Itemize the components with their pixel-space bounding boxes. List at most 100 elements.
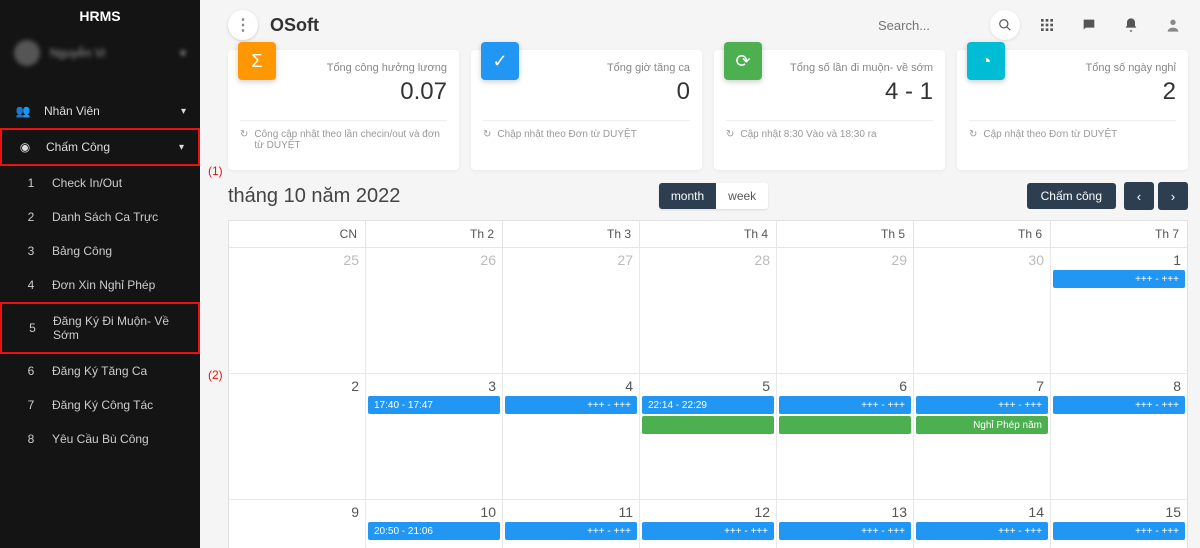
calendar-event[interactable]: +++ - +++ [916, 522, 1048, 540]
calendar-cell[interactable]: 10 20:50 - 21:06 [366, 500, 503, 548]
sidebar-sub-4[interactable]: 4Đơn Xin Nghỉ Phép [0, 268, 200, 302]
calendar-cell[interactable]: 28 [640, 248, 777, 374]
calendar-cell[interactable]: 9 [229, 500, 366, 548]
view-week-button[interactable]: week [716, 183, 768, 209]
calendar-event[interactable] [642, 416, 774, 434]
calendar-event[interactable]: +++ - +++ [916, 396, 1048, 414]
calendar-cell[interactable]: 7 +++ - +++ Nghỉ Phép năm [914, 374, 1051, 500]
day-number: 3 [372, 378, 496, 394]
view-month-button[interactable]: month [659, 183, 716, 209]
day-number: 1 [1057, 252, 1181, 268]
calendar-cell[interactable]: 14+++ - +++ [914, 500, 1051, 548]
sidebar-sub-label: Yêu Cầu Bù Công [52, 432, 149, 446]
sidebar-sub-num: 5 [28, 321, 37, 335]
day-number: 7 [920, 378, 1044, 394]
event-right: Nghỉ Phép năm [973, 420, 1042, 431]
calendar-cell[interactable]: 2 [229, 374, 366, 500]
sidebar-item-label: Chấm Công [46, 140, 110, 154]
calendar-event[interactable]: Nghỉ Phép năm [916, 416, 1048, 434]
sidebar-sub-num: 8 [26, 432, 36, 446]
sidebar-sub-num: 4 [26, 278, 36, 292]
main: ⋮ OSoft ΣTổng công hưởng lương0.07↻Công … [200, 0, 1200, 548]
calendar-cell[interactable]: 27 [503, 248, 640, 374]
day-number: 29 [783, 252, 907, 268]
calendar-event[interactable]: 17:40 - 17:47 [368, 396, 500, 414]
calendar-cell[interactable]: 30 [914, 248, 1051, 374]
day-number: 10 [372, 504, 496, 520]
calendar-cell[interactable]: 13+++ - +++ [777, 500, 914, 548]
calendar-cell[interactable]: 26 [366, 248, 503, 374]
calendar-event[interactable]: +++ - +++ [779, 396, 911, 414]
chat-icon[interactable] [1074, 10, 1104, 40]
sidebar-sub-2[interactable]: 2Danh Sách Ca Trực [0, 200, 200, 234]
next-button[interactable]: › [1158, 182, 1188, 210]
calendar-event[interactable]: +++ - +++ [1053, 522, 1185, 540]
sidebar-sub-num: 7 [26, 398, 36, 412]
calendar-nav: ‹ › [1124, 182, 1188, 210]
card-footer: Cập nhật 8:30 Vào và 18:30 ra [740, 129, 876, 140]
chamcong-button[interactable]: Chấm công [1027, 183, 1116, 209]
event-right: +++ - +++ [998, 400, 1042, 411]
day-number: 27 [509, 252, 633, 268]
sidebar-sub-8[interactable]: 8 Yêu Cầu Bù Công [0, 422, 200, 456]
calendar-day-header: Th 2 [366, 221, 503, 248]
calendar-cell[interactable]: 8+++ - +++ [1051, 374, 1187, 500]
calendar-title: tháng 10 năm 2022 [228, 185, 400, 208]
card-value: 0.07 [240, 78, 447, 106]
sidebar-item-chamcong[interactable]: ◉ Chấm Công ▾ [0, 128, 200, 166]
calendar-event[interactable] [779, 416, 911, 434]
sidebar-sub-label: Đăng Ký Tăng Ca [52, 364, 147, 378]
calendar-cell[interactable]: 3 17:40 - 17:47 [366, 374, 503, 500]
bell-icon[interactable] [1116, 10, 1146, 40]
apps-icon[interactable] [1032, 10, 1062, 40]
sidebar-sub-5[interactable]: 5Đăng Ký Đi Muộn- Về Sớm [0, 302, 200, 354]
calendar-event[interactable]: +++ - +++ [1053, 270, 1185, 288]
sidebar-sub-7[interactable]: 7Đăng Ký Công Tác [0, 388, 200, 422]
event-right: +++ - +++ [861, 400, 905, 411]
user-icon[interactable] [1158, 10, 1188, 40]
app-title: OSoft [270, 15, 319, 36]
card-footer: Công cập nhật theo lần checin/out và đơn… [254, 129, 447, 151]
calendar-cell[interactable]: 12+++ - +++ [640, 500, 777, 548]
sidebar-sub-3[interactable]: 3 Bảng Công [0, 234, 200, 268]
calendar-cell[interactable]: 15+++ - +++ [1051, 500, 1187, 548]
calendar-event[interactable]: +++ - +++ [505, 396, 637, 414]
menu-dots-button[interactable]: ⋮ [228, 10, 258, 40]
sidebar-title: HRMS [0, 0, 200, 32]
calendar-cell[interactable]: 522:14 - 22:29 [640, 374, 777, 500]
sidebar-sub-label: Bảng Công [52, 244, 112, 258]
search-button[interactable] [990, 10, 1020, 40]
stat-card-0: ΣTổng công hưởng lương0.07↻Công cập nhật… [228, 50, 459, 170]
event-right: +++ - +++ [587, 400, 631, 411]
calendar-day-header: CN [229, 221, 366, 248]
chevron-down-icon: ▾ [179, 142, 184, 153]
calendar-cell[interactable]: 1 +++ - +++ [1051, 248, 1187, 374]
calendar-cell[interactable]: 29 [777, 248, 914, 374]
prev-button[interactable]: ‹ [1124, 182, 1154, 210]
calendar-event[interactable]: +++ - +++ [505, 522, 637, 540]
sidebar-user[interactable]: Nguyễn Vi ▾ [0, 32, 200, 74]
calendar-day-header: Th 7 [1051, 221, 1187, 248]
calendar-cell[interactable]: 11+++ - +++ [503, 500, 640, 548]
calendar-event[interactable]: +++ - +++ [642, 522, 774, 540]
calendar-event[interactable]: +++ - +++ [1053, 396, 1185, 414]
event-right: +++ - +++ [998, 526, 1042, 537]
day-number: 2 [235, 378, 359, 394]
calendar-event[interactable]: +++ - +++ [779, 522, 911, 540]
day-number: 9 [235, 504, 359, 520]
search-input[interactable] [878, 18, 978, 33]
sidebar-sub-1[interactable]: 1Check In/Out [0, 166, 200, 200]
sidebar-sub-num: 3 [26, 244, 36, 258]
card-value: 4 - 1 [726, 78, 933, 106]
day-number: 25 [235, 252, 359, 268]
day-number: 30 [920, 252, 1044, 268]
sidebar-sub-6[interactable]: 6Đăng Ký Tăng Ca [0, 354, 200, 388]
event-right: +++ - +++ [1135, 400, 1179, 411]
calendar-event[interactable]: 20:50 - 21:06 [368, 522, 500, 540]
calendar-event[interactable]: 22:14 - 22:29 [642, 396, 774, 414]
sidebar-item-nhanvien[interactable]: 👥 Nhân Viên ▾ [0, 94, 200, 128]
calendar-cell[interactable]: 4+++ - +++ [503, 374, 640, 500]
calendar-cell[interactable]: 6+++ - +++ [777, 374, 914, 500]
event-left: 20:50 - 21:06 [374, 526, 433, 537]
calendar-cell[interactable]: 25 [229, 248, 366, 374]
